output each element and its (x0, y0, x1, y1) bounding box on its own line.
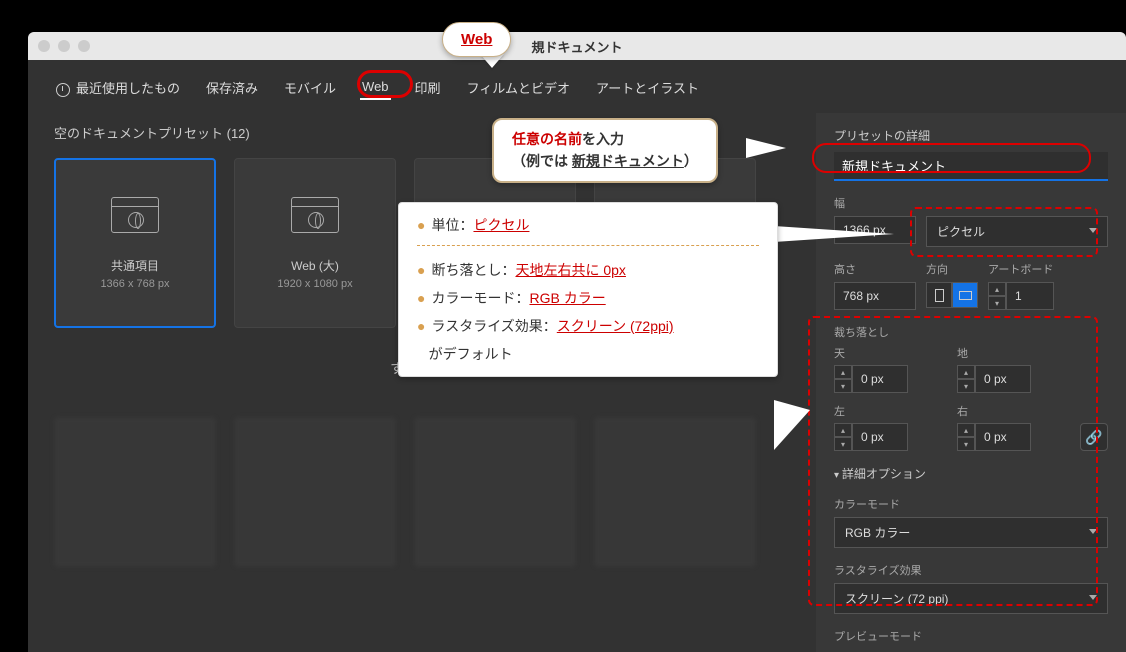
callout-pointer (746, 138, 786, 158)
orientation-label: 方向 (926, 261, 978, 277)
callout-settings: ●単位：ピクセル ●断ち落とし：天地左右共に 0px ●カラーモード：RGB カ… (398, 202, 778, 377)
stepper-down[interactable]: ▾ (957, 437, 975, 451)
bleed-left-label: 左 (834, 403, 941, 419)
preset-card-common[interactable]: 共通項目 1366 x 768 px (54, 158, 216, 328)
bleed-top-input[interactable] (852, 365, 908, 393)
tab-film[interactable]: フィルムとビデオ (465, 74, 572, 101)
callout-text: RGB カラー (529, 290, 605, 306)
link-bleed-button[interactable]: 🔗 (1080, 423, 1108, 451)
stepper-down[interactable]: ▾ (957, 379, 975, 393)
preset-name: 共通項目 (111, 257, 159, 274)
bleed-top-label: 天 (834, 345, 941, 361)
stepper-up[interactable]: ▴ (957, 423, 975, 437)
preview-label: プレビューモード (834, 628, 1108, 644)
callout-text: 天地左右共に 0px (515, 262, 625, 278)
tab-mobile[interactable]: モバイル (282, 74, 338, 101)
height-input[interactable] (834, 282, 916, 310)
stepper-down[interactable]: ▾ (834, 437, 852, 451)
globe-icon (308, 212, 324, 228)
preset-details-panel: プリセットの詳細 幅 ピクセル 高さ 方向 (816, 113, 1126, 652)
bleed-right-input[interactable] (975, 423, 1031, 451)
tab-recent[interactable]: 最近使用したもの (54, 74, 182, 101)
unit-select[interactable]: ピクセル (926, 216, 1108, 247)
advanced-toggle[interactable]: 詳細オプション (834, 465, 1108, 482)
stepper-up[interactable]: ▴ (834, 423, 852, 437)
orientation-landscape[interactable] (952, 282, 978, 308)
callout-text: スクリーン (72ppi) (557, 318, 674, 334)
minimize-icon[interactable] (58, 40, 70, 52)
document-icon (291, 197, 339, 233)
callout-text: 任意の名前 (512, 131, 582, 147)
blurred-card (54, 417, 216, 567)
document-name-input[interactable] (834, 152, 1108, 181)
callout-name: 任意の名前を入力 （例では 新規ドキュメント） (492, 118, 718, 183)
callout-text: 断ち落とし： (431, 262, 515, 278)
callout-pointer (774, 226, 894, 242)
callout-text: ） (684, 153, 698, 169)
preset-card-web-large[interactable]: Web (大) 1920 x 1080 px (234, 158, 396, 328)
preset-dim: 1920 x 1080 px (277, 278, 352, 290)
clock-icon (56, 83, 70, 97)
bleed-bottom-label: 地 (957, 345, 1064, 361)
callout-text: （例では (512, 153, 572, 169)
bleed-label: 裁ち落とし (834, 324, 1108, 340)
orientation-portrait[interactable] (926, 282, 952, 308)
preset-area: 空のドキュメントプリセット (12) 共通項目 1366 x 768 px We… (28, 113, 816, 652)
artboard-up[interactable]: ▴ (988, 282, 1006, 296)
artboard-down[interactable]: ▾ (988, 296, 1006, 310)
window-controls (38, 40, 90, 52)
preset-dim: 1366 x 768 px (100, 278, 169, 290)
tab-recent-label: 最近使用したもの (76, 81, 180, 96)
zoom-icon[interactable] (78, 40, 90, 52)
blurred-card (414, 417, 576, 567)
titlebar: 規ドキュメント (28, 32, 1126, 60)
stepper-up[interactable]: ▴ (834, 365, 852, 379)
details-title: プリセットの詳細 (834, 127, 1108, 144)
bleed-left-input[interactable] (852, 423, 908, 451)
colormode-select[interactable]: RGB カラー (834, 517, 1108, 548)
callout-web: Web (442, 22, 511, 57)
colormode-label: カラーモード (834, 496, 1108, 512)
height-label: 高さ (834, 261, 916, 277)
document-icon (111, 197, 159, 233)
window-title: 規ドキュメント (531, 37, 622, 56)
tab-web[interactable]: Web (360, 75, 391, 100)
width-label: 幅 (834, 195, 1108, 211)
callout-text: がデフォルト (429, 346, 513, 362)
artboard-label: アートボード (988, 261, 1054, 277)
callout-text: ラスタライズ効果： (431, 318, 556, 334)
globe-icon (128, 212, 144, 228)
bleed-bottom-input[interactable] (975, 365, 1031, 393)
bleed-right-label: 右 (957, 403, 1064, 419)
callout-text: を入力 (582, 131, 624, 147)
raster-label: ラスタライズ効果 (834, 562, 1108, 578)
tab-print[interactable]: 印刷 (413, 74, 443, 101)
tab-art[interactable]: アートとイラスト (594, 74, 701, 101)
callout-text: ピクセル (473, 217, 529, 233)
preset-name: Web (大) (291, 257, 339, 274)
blurred-card (594, 417, 756, 567)
close-icon[interactable] (38, 40, 50, 52)
stepper-down[interactable]: ▾ (834, 379, 852, 393)
callout-text: 新規ドキュメント (572, 153, 684, 169)
artboard-input[interactable] (1006, 282, 1054, 310)
blurred-card (234, 417, 396, 567)
tab-saved[interactable]: 保存済み (204, 74, 260, 101)
category-tabs: 最近使用したもの 保存済み モバイル Web 印刷 フィルムとビデオ アートとイ… (28, 60, 1126, 113)
callout-text: 単位： (431, 217, 473, 233)
stepper-up[interactable]: ▴ (957, 365, 975, 379)
callout-pointer (774, 400, 810, 450)
callout-text: カラーモード： (431, 290, 529, 306)
raster-select[interactable]: スクリーン (72 ppi) (834, 583, 1108, 614)
